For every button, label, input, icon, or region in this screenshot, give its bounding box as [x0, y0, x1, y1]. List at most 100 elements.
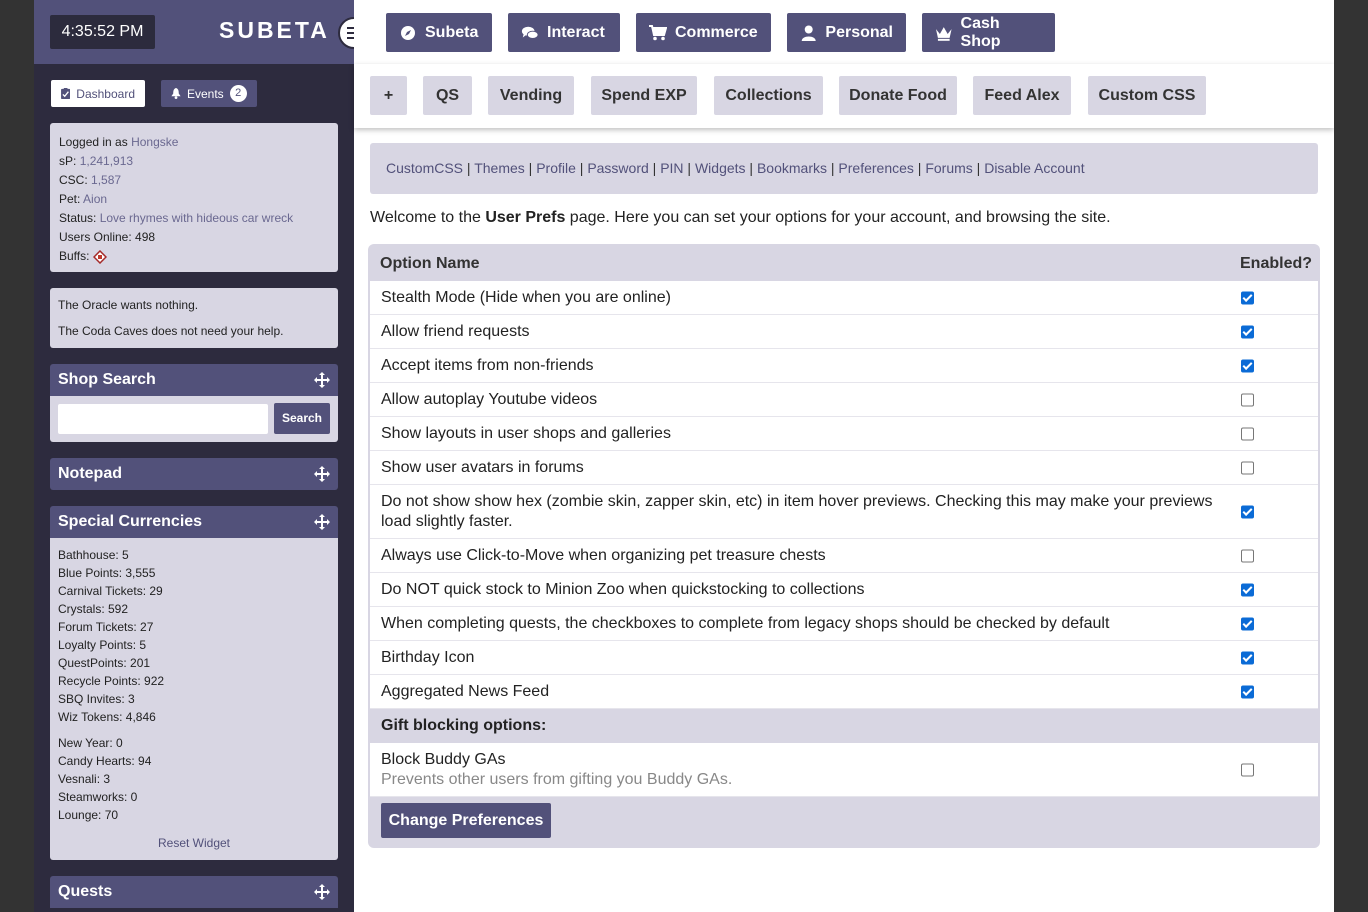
shop-search-widget: Search [50, 396, 338, 442]
link-customcss[interactable]: CustomCSS [386, 160, 463, 176]
option-checkbox[interactable] [1241, 393, 1254, 406]
option-checkbox[interactable] [1241, 505, 1254, 518]
clock: 4:35:52 PM [50, 15, 155, 49]
nav-interact[interactable]: Interact [508, 13, 620, 52]
shop-search-title: Shop Search [58, 371, 156, 388]
move-icon[interactable] [314, 466, 330, 482]
oracle-status: The Oracle wants nothing. [58, 298, 199, 312]
quick-link-vending[interactable]: Vending [488, 76, 574, 115]
link-bookmarks[interactable]: Bookmarks [757, 160, 827, 176]
currency-item: QuestPoints: 201 [58, 656, 151, 670]
event-currency-item: Steamworks: 0 [58, 790, 138, 804]
logged-in-label: Logged in as [59, 135, 128, 149]
link-password[interactable]: Password [587, 160, 648, 176]
notepad-widget-header[interactable]: Notepad [50, 458, 338, 490]
welcome-pre: Welcome to the [370, 209, 486, 226]
option-label: Accept items from non-friends [381, 356, 594, 374]
link-forums[interactable]: Forums [925, 160, 972, 176]
welcome-text: Welcome to the User Prefs page. Here you… [370, 209, 1320, 227]
col-option-name: Option Name [380, 255, 480, 272]
tab-events[interactable]: Events 2 [161, 80, 257, 107]
option-checkbox[interactable] [1241, 325, 1254, 338]
option-label: Allow autoplay Youtube videos [381, 390, 598, 408]
option-checkbox[interactable] [1241, 617, 1254, 630]
site-logo[interactable]: SUBETA [219, 17, 330, 44]
tab-dashboard[interactable]: Dashboard [51, 80, 145, 107]
shop-search-button[interactable]: Search [274, 403, 330, 434]
quick-link-collections[interactable]: Collections [714, 76, 823, 115]
gift-section-title: Gift blocking options: [381, 717, 547, 734]
link-disable-account[interactable]: Disable Account [984, 160, 1084, 176]
tab-dashboard-label: Dashboard [76, 86, 135, 101]
quick-link-qs[interactable]: QS [423, 76, 472, 115]
quick-links-bar: + QS Vending Spend EXP Collections Donat… [354, 64, 1334, 128]
nav-cash-shop-label: Cash Shop [960, 14, 1001, 50]
quick-link-spend-exp[interactable]: Spend EXP [591, 76, 697, 115]
top-nav: Subeta Interact Commerce Personal Cash S… [354, 0, 1334, 64]
username-link[interactable]: Hongske [131, 135, 178, 149]
shopping-cart-icon [649, 24, 667, 40]
nav-cash-shop[interactable]: Cash Shop [922, 13, 1055, 52]
reset-widget-link[interactable]: Reset Widget [58, 834, 330, 852]
nav-commerce[interactable]: Commerce [636, 13, 771, 52]
shop-search-input[interactable] [58, 404, 268, 434]
currency-item: Forum Tickets: 27 [58, 620, 154, 634]
currency-item: Crystals: 592 [58, 602, 129, 616]
option-checkbox[interactable] [1241, 291, 1254, 304]
option-checkbox[interactable] [1241, 549, 1254, 562]
quick-link-donate-food[interactable]: Donate Food [839, 76, 957, 115]
tab-events-label: Events [187, 86, 224, 101]
move-icon[interactable] [314, 884, 330, 900]
crown-icon [935, 26, 952, 41]
table-row: Do not show show hex (zombie skin, zappe… [370, 485, 1318, 539]
gift-section-header: Gift blocking options: [370, 709, 1318, 743]
option-label: Do NOT quick stock to Minion Zoo when qu… [381, 580, 865, 598]
nav-commerce-label: Commerce [675, 23, 758, 41]
option-checkbox[interactable] [1241, 427, 1254, 440]
nav-personal-label: Personal [825, 23, 893, 41]
option-label: When completing quests, the checkboxes t… [381, 614, 1110, 632]
shop-search-widget-header: Shop Search [50, 364, 338, 396]
option-checkbox[interactable] [1241, 763, 1254, 776]
nav-subeta-label: Subeta [425, 23, 479, 41]
option-checkbox[interactable] [1241, 461, 1254, 474]
option-label: Birthday Icon [381, 648, 475, 666]
csc-label: CSC: [59, 173, 88, 187]
main-content: CustomCSS | Themes | Profile | Password … [368, 143, 1320, 848]
link-profile[interactable]: Profile [536, 160, 576, 176]
option-label: Allow friend requests [381, 322, 530, 340]
quick-link-feed-alex[interactable]: Feed Alex [973, 76, 1071, 115]
move-icon[interactable] [314, 372, 330, 388]
nav-personal[interactable]: Personal [787, 13, 906, 52]
currency-item: Carnival Tickets: 29 [58, 584, 163, 598]
event-currency-item: Vesnali: 3 [58, 772, 111, 786]
nav-subeta[interactable]: Subeta [386, 13, 492, 52]
link-preferences[interactable]: Preferences [838, 160, 913, 176]
currency-item: Wiz Tokens: 4,846 [58, 710, 156, 724]
option-label: Block Buddy GAs Prevents other users from… [381, 750, 1221, 790]
table-row: Do NOT quick stock to Minion Zoo when qu… [370, 573, 1318, 607]
col-enabled: Enabled? [1240, 255, 1313, 272]
change-preferences-button[interactable]: Change Preferences [381, 803, 551, 838]
quests-title: Quests [58, 883, 113, 900]
pet-link[interactable]: Aion [83, 192, 107, 206]
table-row: Allow autoplay Youtube videos [370, 383, 1318, 417]
quick-link-custom-css[interactable]: Custom CSS [1088, 76, 1206, 115]
pet-label: Pet: [59, 192, 81, 206]
table-row: Show user avatars in forums [370, 451, 1318, 485]
option-checkbox[interactable] [1241, 685, 1254, 698]
move-icon[interactable] [314, 514, 330, 530]
table-row: Aggregated News Feed [370, 675, 1318, 709]
link-pin[interactable]: PIN [660, 160, 683, 176]
chat-bubbles-icon [521, 26, 539, 39]
option-checkbox[interactable] [1241, 359, 1254, 372]
add-quick-link-button[interactable]: + [370, 76, 407, 115]
quests-widget-header[interactable]: Quests [50, 876, 338, 908]
option-checkbox[interactable] [1241, 583, 1254, 596]
option-checkbox[interactable] [1241, 651, 1254, 664]
link-themes[interactable]: Themes [474, 160, 525, 176]
buff-icon[interactable] [92, 249, 107, 264]
option-label: Always use Click-to-Move when organizing… [381, 546, 826, 564]
buffs-label: Buffs: [59, 249, 90, 263]
link-widgets[interactable]: Widgets [695, 160, 746, 176]
